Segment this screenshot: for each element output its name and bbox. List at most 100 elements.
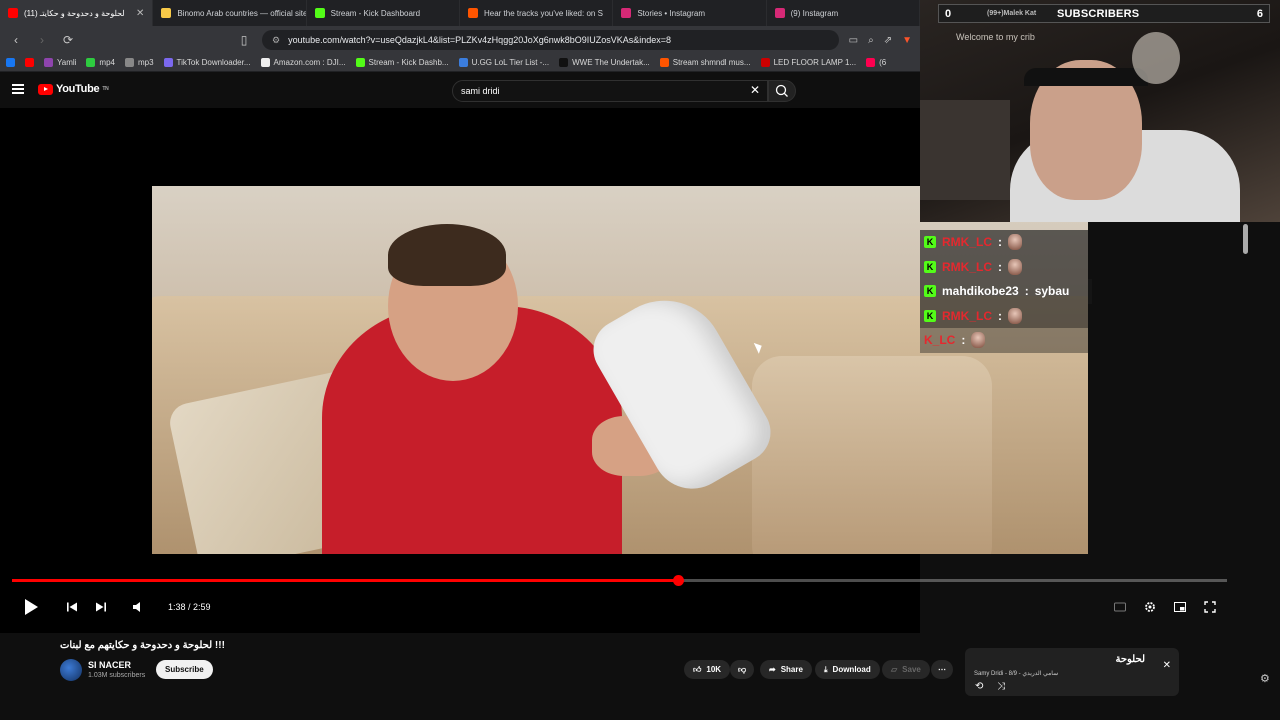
- browser-tab[interactable]: لحلوحة و دحدوحة و حكايتـ (11) ✕: [0, 0, 154, 26]
- progress-bar[interactable]: [12, 575, 1227, 586]
- volume-icon[interactable]: [132, 601, 144, 613]
- bookmark-item[interactable]: WWE The Undertak...: [559, 58, 650, 67]
- bookmark-item[interactable]: Stream - Kick Dashb...: [355, 58, 449, 67]
- previous-icon[interactable]: [66, 601, 78, 613]
- youtube-logo-text: YouTube: [56, 83, 100, 95]
- bookmark-star-icon[interactable]: ▯: [236, 33, 252, 47]
- bookmark-label: (6: [879, 58, 887, 67]
- bookmark-label: TikTok Downloader...: [176, 58, 251, 67]
- like-count: 10K: [706, 665, 722, 674]
- bookmark-item[interactable]: U.GG LoL Tier List -...: [458, 58, 550, 67]
- kick-badge-icon: K: [924, 260, 936, 273]
- chat-username: RMK_LC: [942, 308, 992, 323]
- bookmark-label: U.GG LoL Tier List -...: [471, 58, 550, 67]
- bookmark-favicon-icon: [124, 58, 134, 67]
- fullscreen-icon[interactable]: [1204, 601, 1216, 613]
- youtube-logo[interactable]: YouTube TN: [38, 83, 109, 95]
- download-label: Download: [832, 665, 871, 674]
- chat-username: K_LC: [924, 333, 956, 348]
- browser-tab[interactable]: Stream - Kick Dashboard: [307, 0, 460, 26]
- browser-nav-bar: ‹ › ⟳ ▯ ⚙ youtube.com/watch?v=useQdazjkL…: [0, 26, 920, 54]
- bookmark-item[interactable]: [25, 58, 34, 67]
- chat-message: K RMK_LC:: [920, 230, 1088, 255]
- miniplayer-icon[interactable]: [1174, 601, 1186, 613]
- like-button[interactable]: 👍︎ 10K: [684, 660, 731, 679]
- search-input[interactable]: sami dridi: [452, 80, 768, 102]
- more-actions-button[interactable]: ⋯: [931, 660, 953, 679]
- save-playlist-icon: ▱: [891, 665, 898, 674]
- share-page-icon[interactable]: ⇗: [884, 35, 892, 46]
- cast-icon[interactable]: ▭: [849, 35, 858, 46]
- browser-tab[interactable]: Hear the tracks you've liked: on S: [460, 0, 614, 26]
- playlist-panel[interactable]: لحلوحة Samy Dridi - سامي الدريدي - 8/9 ✕…: [965, 648, 1179, 696]
- bookmark-item[interactable]: LED FLOOR LAMP 1...: [760, 58, 856, 67]
- bookmark-label: mp4: [99, 58, 115, 67]
- zoom-icon[interactable]: ⌕: [868, 35, 874, 46]
- bookmark-favicon-icon: [86, 58, 96, 67]
- chat-overlay: K RMK_LC: K RMK_LC: Kmahdikobe23: sybau K RMK_L…: [920, 230, 1280, 353]
- subscriber-goal-bar: 0 (99+)Malek Kat SUBSCRIBERS 6: [938, 4, 1270, 23]
- tab-label: Hear the tracks you've liked: on S: [483, 8, 603, 18]
- subtitles-icon[interactable]: [1114, 601, 1126, 613]
- bookmark-label: Stream shmndl mus...: [672, 58, 751, 67]
- share-arrow-icon: ➦: [769, 665, 776, 674]
- channel-name[interactable]: SI NACER: [88, 660, 131, 670]
- tab-favicon-icon: [8, 8, 18, 18]
- browser-tab-strip: لحلوحة و دحدوحة و حكايتـ (11) ✕ Binomo Ara…: [0, 0, 920, 26]
- webcam-wall-text: Welcome to my crib: [956, 32, 1035, 42]
- forward-arrow-icon[interactable]: ›: [34, 33, 50, 47]
- brave-shield-icon[interactable]: ▼: [902, 35, 912, 46]
- bookmark-item[interactable]: Amazon.com : DJI...: [260, 58, 346, 67]
- play-button[interactable]: [25, 599, 38, 615]
- chat-username: RMK_LC: [942, 259, 992, 274]
- bookmark-item[interactable]: Yamli: [44, 58, 76, 67]
- next-icon[interactable]: [95, 601, 107, 613]
- search-button[interactable]: [768, 80, 796, 102]
- share-label: Share: [780, 665, 803, 674]
- bookmark-item[interactable]: Stream shmndl mus...: [659, 58, 751, 67]
- site-info-icon[interactable]: ⚙: [272, 35, 280, 46]
- subscribe-button[interactable]: Subscribe: [156, 660, 213, 679]
- bookmark-item[interactable]: [6, 58, 15, 67]
- chat-separator: :: [961, 333, 966, 348]
- clear-search-icon[interactable]: ✕: [750, 83, 760, 97]
- browser-tab[interactable]: Stories • Instagram: [613, 0, 767, 26]
- dislike-button[interactable]: 👎︎: [730, 660, 754, 679]
- bookmark-item[interactable]: TikTok Downloader...: [163, 58, 251, 67]
- bookmarks-bar: Yamli mp4 mp3 TikTok Downloader... Amazon.co…: [0, 54, 920, 72]
- settings-gear-icon[interactable]: [1144, 601, 1156, 613]
- bookmark-item[interactable]: mp3: [124, 58, 154, 67]
- menu-icon[interactable]: [12, 84, 24, 94]
- bookmark-favicon-icon: [866, 58, 876, 67]
- download-button[interactable]: ⤓ Download: [815, 660, 880, 679]
- time-display: 1:38 / 2:59: [168, 602, 211, 612]
- bookmark-label: Stream - Kick Dashb...: [368, 58, 449, 67]
- back-arrow-icon[interactable]: ‹: [8, 33, 24, 47]
- close-tab-icon[interactable]: ✕: [136, 8, 144, 19]
- reload-icon[interactable]: ⟳: [60, 33, 76, 47]
- close-playlist-icon[interactable]: ✕: [1163, 660, 1171, 671]
- tab-label: Binomo Arab countries — official site: [177, 8, 307, 18]
- headphones: [1024, 68, 1148, 86]
- tab-label: (9) Instagram: [790, 8, 839, 18]
- browser-tab[interactable]: Binomo Arab countries — official site: [153, 0, 307, 26]
- progress-scrubber[interactable]: [672, 575, 684, 586]
- shuffle-icon[interactable]: ⤨: [997, 681, 1005, 692]
- loop-icon[interactable]: ⟲: [975, 681, 983, 692]
- logo-country-code: TN: [102, 86, 109, 92]
- save-button[interactable]: ▱ Save: [882, 660, 930, 679]
- chat-scrollbar[interactable]: [1243, 224, 1248, 254]
- browser-tab[interactable]: (9) Instagram: [767, 0, 920, 26]
- bookmark-favicon-icon: [559, 58, 569, 67]
- share-button[interactable]: ➦ Share: [760, 660, 812, 679]
- bookmark-item[interactable]: (6: [866, 58, 886, 67]
- bookmark-item[interactable]: mp4: [86, 58, 115, 67]
- bookmark-favicon-icon: [355, 58, 365, 67]
- subscriber-goal-current: 0: [945, 7, 952, 20]
- corner-settings-icon[interactable]: ⚙: [1260, 672, 1270, 685]
- channel-avatar[interactable]: [60, 659, 82, 681]
- address-bar[interactable]: ⚙ youtube.com/watch?v=useQdazjkL4&list=P…: [262, 30, 839, 50]
- kick-badge-icon: K: [924, 236, 936, 249]
- kick-badge-icon: K: [924, 285, 936, 298]
- bookmark-label: Yamli: [57, 58, 77, 67]
